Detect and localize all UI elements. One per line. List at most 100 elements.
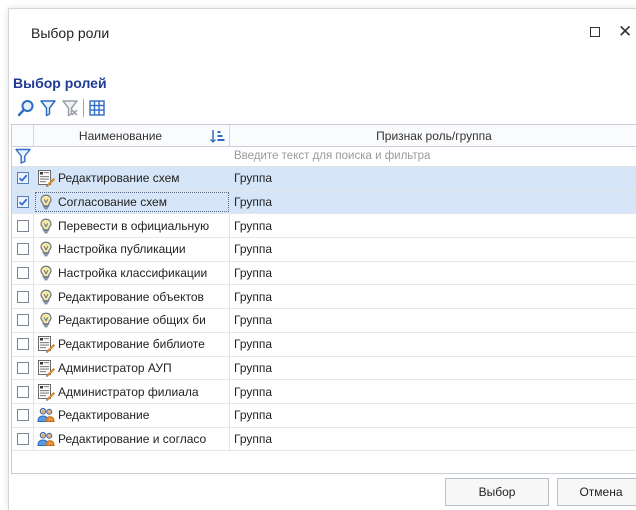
column-header-name-label: Наименование — [78, 128, 163, 143]
row-name-cell[interactable]: Редактирование и согласо — [34, 427, 230, 451]
row-type: Группа — [234, 408, 273, 423]
row-name-cell[interactable]: Редактирование — [34, 403, 230, 427]
row-checkbox[interactable] — [16, 243, 29, 256]
table-row[interactable]: Редактирование общих би Группа — [12, 309, 636, 333]
grid-rows: Редактирование схем Группа Согласование сх… — [12, 167, 636, 452]
table-row[interactable]: Редактирование Группа — [12, 403, 636, 428]
section-title: Выбор ролей — [13, 75, 107, 91]
users-icon — [37, 430, 55, 448]
row-filter-icon[interactable] — [15, 148, 31, 164]
column-chooser-button[interactable] — [86, 97, 108, 119]
row-type: Группа — [234, 360, 273, 375]
row-checkbox-cell[interactable] — [12, 403, 34, 427]
table-row[interactable]: Настройка классификации Группа — [12, 261, 636, 286]
row-checkbox[interactable] — [16, 409, 29, 422]
row-checkbox-cell[interactable] — [12, 238, 34, 261]
row-checkbox[interactable] — [16, 219, 29, 232]
document-edit-icon — [37, 169, 55, 188]
row-checkbox-cell[interactable] — [12, 356, 34, 380]
lightbulb-icon — [37, 240, 55, 258]
row-name-cell[interactable]: Перевести в официальную — [34, 214, 230, 238]
lightbulb-icon — [37, 217, 55, 235]
row-checkbox[interactable] — [16, 172, 29, 185]
clear-filter-button[interactable] — [59, 97, 81, 119]
search-button[interactable] — [15, 97, 37, 119]
table-row[interactable]: Согласование схем Группа — [12, 190, 636, 215]
cancel-button[interactable]: Отмена — [557, 478, 636, 506]
row-checkbox[interactable] — [16, 385, 29, 398]
row-name: Перевести в официальную — [58, 218, 210, 233]
row-name: Администратор АУП — [58, 360, 172, 375]
users-icon — [37, 406, 55, 424]
close-button[interactable]: ✕ — [618, 23, 632, 40]
maximize-button[interactable] — [588, 25, 602, 39]
row-checkbox[interactable] — [16, 432, 29, 445]
row-name: Настройка публикации — [58, 242, 186, 257]
row-name: Настройка классификации — [58, 266, 208, 281]
checkmark-icon — [18, 174, 27, 183]
row-type: Группа — [234, 266, 273, 281]
row-type: Группа — [234, 431, 273, 446]
row-checkbox-cell[interactable] — [12, 427, 34, 451]
row-name: Согласование схем — [58, 195, 167, 210]
maximize-icon — [590, 27, 600, 37]
row-name-cell[interactable]: Администратор АУП — [34, 356, 230, 380]
table-row[interactable]: Администратор филиала Группа — [12, 380, 636, 404]
row-name-cell[interactable]: Редактирование библиоте — [34, 332, 230, 356]
row-checkbox-cell[interactable] — [12, 285, 34, 309]
row-checkbox[interactable] — [16, 338, 29, 351]
row-checkbox[interactable] — [16, 314, 29, 327]
row-name-cell[interactable]: Настройка публикации — [34, 238, 230, 261]
row-checkbox[interactable] — [16, 267, 29, 280]
lightbulb-icon — [37, 264, 55, 282]
row-name-cell[interactable]: Настройка классификации — [34, 261, 230, 285]
row-type: Группа — [234, 337, 273, 352]
row-type: Группа — [234, 313, 273, 328]
table-row[interactable]: Администратор АУП Группа — [12, 356, 636, 381]
table-row[interactable]: Редактирование и согласо Группа — [12, 427, 636, 452]
row-type: Группа — [234, 242, 273, 257]
lightbulb-icon — [37, 193, 55, 211]
table-row[interactable]: Редактирование библиоте Группа — [12, 332, 636, 357]
row-name: Редактирование общих би — [58, 313, 206, 328]
lightbulb-icon — [37, 288, 55, 306]
row-name-cell[interactable]: Согласование схем — [34, 190, 230, 214]
filter-placeholder[interactable]: Введите текст для поиска и фильтра — [234, 150, 430, 162]
row-type: Группа — [234, 384, 273, 399]
grid-header: Наименование Признак роль/группа — [12, 125, 636, 147]
search-icon — [17, 100, 34, 117]
select-all-header[interactable] — [12, 125, 34, 146]
row-checkbox-cell[interactable] — [12, 167, 34, 190]
table-row[interactable]: Редактирование объектов Группа — [12, 285, 636, 310]
row-checkbox[interactable] — [16, 361, 29, 374]
row-name: Редактирование — [58, 408, 150, 423]
filter-button[interactable] — [37, 97, 59, 119]
row-checkbox[interactable] — [16, 196, 29, 209]
table-row[interactable]: Редактирование схем Группа — [12, 167, 636, 191]
role-selection-dialog: Выбор роли ✕ Выбор ролей Наименование Пр… — [8, 8, 636, 510]
row-name: Редактирование схем — [58, 171, 180, 186]
column-header-name[interactable]: Наименование — [34, 125, 230, 146]
row-name-cell[interactable]: Редактирование схем — [34, 167, 230, 190]
column-header-type[interactable]: Признак роль/группа — [230, 125, 636, 146]
row-checkbox-cell[interactable] — [12, 332, 34, 356]
row-name-cell[interactable]: Администратор филиала — [34, 380, 230, 403]
row-name: Редактирование библиоте — [58, 337, 205, 352]
column-chooser-icon — [89, 100, 105, 116]
row-name: Редактирование объектов — [58, 289, 204, 304]
toolbar-separator — [83, 99, 84, 117]
table-row[interactable]: Настройка публикации Группа — [12, 238, 636, 262]
row-name-cell[interactable]: Редактирование общих би — [34, 309, 230, 332]
row-name-cell[interactable]: Редактирование объектов — [34, 285, 230, 309]
row-checkbox-cell[interactable] — [12, 214, 34, 238]
row-checkbox-cell[interactable] — [12, 380, 34, 403]
row-checkbox-cell[interactable] — [12, 309, 34, 332]
row-checkbox-cell[interactable] — [12, 261, 34, 285]
table-row[interactable]: Перевести в официальную Группа — [12, 214, 636, 239]
select-button[interactable]: Выбор — [445, 478, 549, 506]
filter-row[interactable]: Введите текст для поиска и фильтра — [12, 147, 636, 167]
row-checkbox[interactable] — [16, 290, 29, 303]
filter-icon — [40, 100, 56, 117]
row-type: Группа — [234, 218, 273, 233]
row-checkbox-cell[interactable] — [12, 190, 34, 214]
